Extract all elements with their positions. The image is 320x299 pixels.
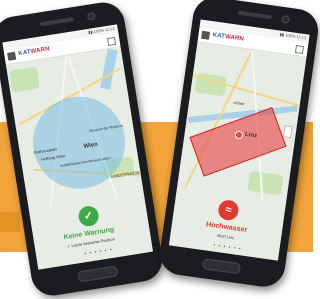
home-button[interactable] xyxy=(201,258,242,275)
speaker-grille xyxy=(39,17,74,27)
list-view-icon[interactable] xyxy=(107,36,117,46)
background-accent xyxy=(0,212,20,232)
left-phone: ▮▮ 100% 11:12 KATWARN Wien Rathausplatz … xyxy=(0,0,166,299)
map-view[interactable]: Linz Urfahr ≈ Hochwasser 4020 Linz • • •… xyxy=(168,42,307,261)
flood-icon: ≈ xyxy=(217,198,240,222)
map-view[interactable]: Wien Rathausplatz Hofburg Wien Museum de… xyxy=(6,47,153,270)
page-indicator: • • • • • • xyxy=(84,246,114,258)
page-indicator: • • • • • • xyxy=(212,242,242,253)
status-title: Hochwasser xyxy=(205,221,248,234)
check-icon: ✓ xyxy=(77,204,101,228)
right-screen: ▮▮ 100% 11:12 KATWARN Linz Urfahr ≈ Hoch… xyxy=(168,19,310,261)
app-logo: KATWARN xyxy=(212,32,245,43)
front-camera xyxy=(281,14,291,24)
left-screen: ▮▮ 100% 11:12 KATWARN Wien Rathausplatz … xyxy=(2,24,153,270)
front-camera xyxy=(86,11,96,21)
location-radius xyxy=(26,90,132,196)
speaker-grille xyxy=(237,10,272,20)
menu-icon[interactable] xyxy=(7,51,17,61)
status-subtitle: 4020 Linz xyxy=(216,232,235,241)
park-area xyxy=(247,170,284,196)
menu-icon[interactable] xyxy=(201,30,211,40)
zoom-control[interactable] xyxy=(283,125,293,139)
home-button[interactable] xyxy=(77,265,119,283)
park-area xyxy=(8,66,41,93)
app-logo: KATWARN xyxy=(17,46,51,58)
list-view-icon[interactable] xyxy=(294,44,304,55)
map-label: Urfahr xyxy=(233,99,245,107)
